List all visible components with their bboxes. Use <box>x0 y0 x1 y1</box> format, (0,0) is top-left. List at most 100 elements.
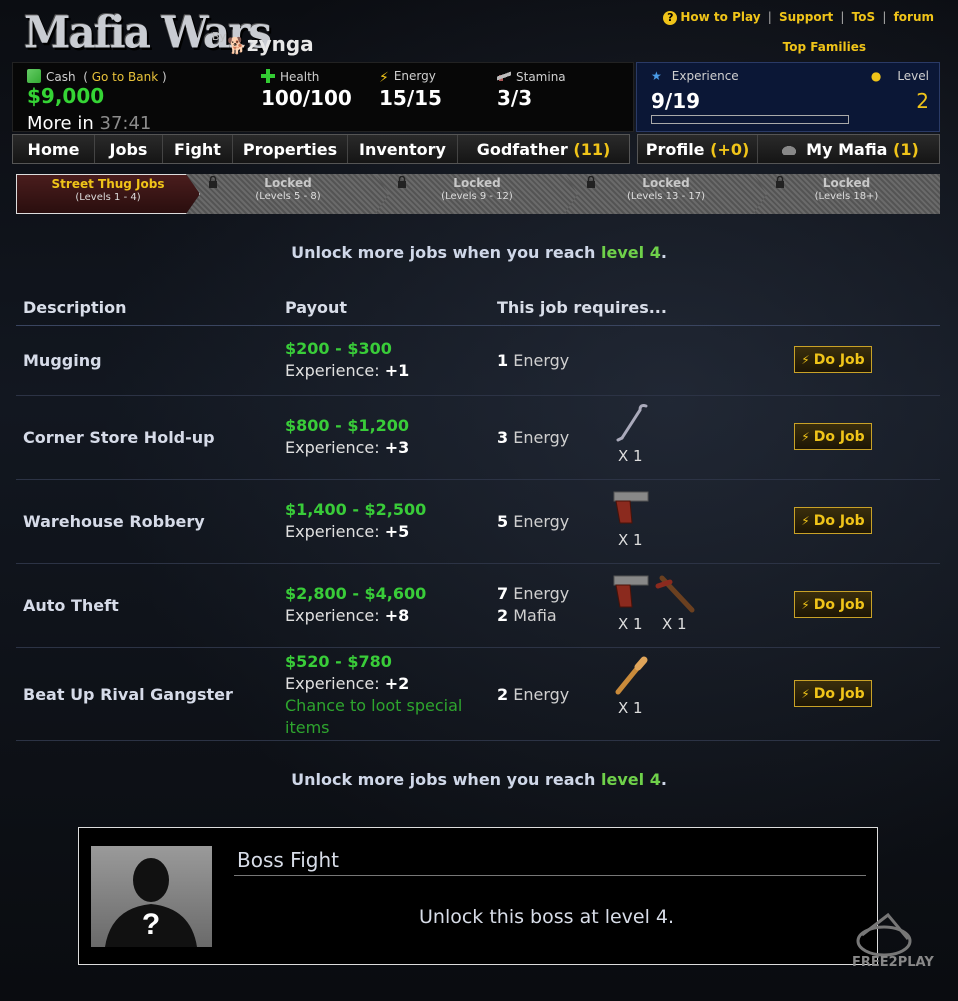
health-stat: Health 100/100 <box>261 69 352 110</box>
unlock-period: . <box>660 243 667 262</box>
tab-locked-5-8[interactable]: Locked (Levels 5 - 8) <box>186 174 390 214</box>
do-job-button[interactable]: ⚡ Do Job <box>794 507 872 534</box>
baseball-bat-icon <box>610 654 654 696</box>
divider <box>234 875 866 876</box>
do-job-button[interactable]: ⚡ Do Job <box>794 680 872 707</box>
nav-properties[interactable]: Properties <box>233 135 348 163</box>
cash-stat: Cash ( Go to Bank ) $9,000 <box>27 69 167 108</box>
job-name: Mugging <box>23 351 102 370</box>
crowbar-icon <box>610 402 654 444</box>
divider: | <box>767 10 772 24</box>
nav-my-mafia[interactable]: My Mafia (1) <box>758 135 939 163</box>
energy-amount: 3 <box>497 428 509 447</box>
exp-label: Experience: <box>285 438 380 457</box>
nav-home[interactable]: Home <box>13 135 95 163</box>
experience-progress-bar <box>651 115 849 124</box>
top-links: ? How to Play | Support | ToS | forum <box>663 10 934 25</box>
experience-label: Experience <box>671 69 739 83</box>
unknown-mark: ? <box>142 908 160 941</box>
item-qty: X 1 <box>618 531 643 549</box>
exp-value: +3 <box>384 438 410 457</box>
job-payout: $1,400 - $2,500 <box>285 500 427 519</box>
cash-timer: More in 37:41 <box>27 113 151 134</box>
tos-link[interactable]: ToS <box>852 10 875 24</box>
exp-label: Experience: <box>285 674 380 693</box>
job-experience: Experience: +3 <box>285 438 409 457</box>
level-value: 2 <box>916 89 929 113</box>
do-job-button[interactable]: ⚡ Do Job <box>794 423 872 450</box>
nav-inventory[interactable]: Inventory <box>348 135 458 163</box>
level-label: Level <box>897 69 929 83</box>
watermark-text: FREE2PLAY <box>852 955 934 970</box>
job-experience: Experience: +8 <box>285 606 409 625</box>
nav-godfather[interactable]: Godfather (11) <box>458 135 629 163</box>
table-row: Warehouse Robbery $1,400 - $2,500 Experi… <box>16 480 940 564</box>
star-icon: ★ <box>651 69 662 83</box>
table-row: Mugging $200 - $300 Experience: +1 1 Ene… <box>16 326 940 396</box>
job-payout: $520 - $780 <box>285 652 392 671</box>
job-energy-req: 2 Energy <box>497 685 569 704</box>
my-mafia-count: (1) <box>893 139 919 159</box>
do-job-button[interactable]: ⚡ Do Job <box>794 591 872 618</box>
how-to-play-link[interactable]: How to Play <box>680 10 760 24</box>
do-job-label: Do Job <box>813 596 865 613</box>
health-label: Health <box>280 70 320 84</box>
lock-icon <box>775 175 785 188</box>
job-name: Warehouse Robbery <box>23 512 205 531</box>
pistol-icon <box>610 488 654 530</box>
lock-icon <box>586 176 596 188</box>
cash-icon <box>27 69 41 83</box>
energy-bolt-icon: ⚡ <box>379 70 389 86</box>
tab-locked-13-17[interactable]: Locked (Levels 13 - 17) <box>564 174 768 214</box>
health-icon <box>261 69 275 83</box>
exp-label: Experience: <box>285 522 380 541</box>
tab-locked-9-12[interactable]: Locked (Levels 9 - 12) <box>375 174 579 214</box>
do-job-button[interactable]: ⚡ Do Job <box>794 346 872 373</box>
tab-street-thug-jobs[interactable]: Street Thug Jobs (Levels 1 - 4) <box>16 174 200 214</box>
exp-label: Experience: <box>285 606 380 625</box>
exp-value: +8 <box>384 606 410 625</box>
divider: | <box>882 10 887 24</box>
top-families-link[interactable]: Top Families <box>783 40 866 54</box>
brand-name: zynga <box>246 32 314 56</box>
stats-bar: Cash ( Go to Bank ) $9,000 More in 37:41… <box>12 62 634 134</box>
nav-jobs[interactable]: Jobs <box>95 135 163 163</box>
energy-label: Energy <box>513 428 570 447</box>
boss-title: Boss Fight <box>237 848 339 872</box>
pistol-icon <box>610 572 654 614</box>
nav-fight[interactable]: Fight <box>163 135 233 163</box>
fedora-icon <box>778 143 801 155</box>
job-experience: Experience: +1 <box>285 361 409 380</box>
bolt-icon: ⚡ <box>801 686 810 701</box>
stamina-stat: Stamina 3/3 <box>497 69 566 110</box>
job-name: Beat Up Rival Gangster <box>23 685 233 704</box>
health-value: 100/100 <box>261 86 352 110</box>
col-description: Description <box>23 298 127 317</box>
stamina-label: Stamina <box>516 70 566 84</box>
dog-icon: 🐕 <box>227 36 247 55</box>
item-qty: X 1 <box>662 615 687 633</box>
experience-value: 9/19 <box>651 89 701 113</box>
my-mafia-label: My Mafia <box>806 139 888 159</box>
table-row: Auto Theft $2,800 - $4,600 Experience: +… <box>16 564 940 648</box>
item-qty: X 1 <box>618 615 643 633</box>
energy-value: 15/15 <box>379 86 442 110</box>
go-to-bank-link[interactable]: Go to Bank <box>92 70 158 84</box>
zynga-logo[interactable]: 🐕zynga <box>227 32 314 56</box>
loot-chance-note: Chance to loot special items <box>285 696 463 737</box>
tab-locked-18-plus[interactable]: Locked (Levels 18+) <box>753 174 940 214</box>
mafia-label: Mafia <box>513 606 557 625</box>
tab-levels: (Levels 9 - 12) <box>441 191 513 202</box>
forum-link[interactable]: forum <box>894 10 934 24</box>
unlock-message-top: Unlock more jobs when you reach level 4. <box>0 243 958 262</box>
unlock-text: Unlock more jobs when you reach <box>291 770 596 789</box>
nav-profile[interactable]: Profile (+0) <box>638 135 758 163</box>
energy-amount: 1 <box>497 351 509 370</box>
support-link[interactable]: Support <box>779 10 833 24</box>
tab-levels: (Levels 5 - 8) <box>255 191 321 202</box>
jobs-table-header: Description Payout This job requires... <box>16 294 940 326</box>
bolt-icon: ⚡ <box>801 597 810 612</box>
lock-icon <box>397 176 407 188</box>
mafia-amount: 2 <box>497 606 509 625</box>
profile-label: Profile <box>645 139 705 159</box>
